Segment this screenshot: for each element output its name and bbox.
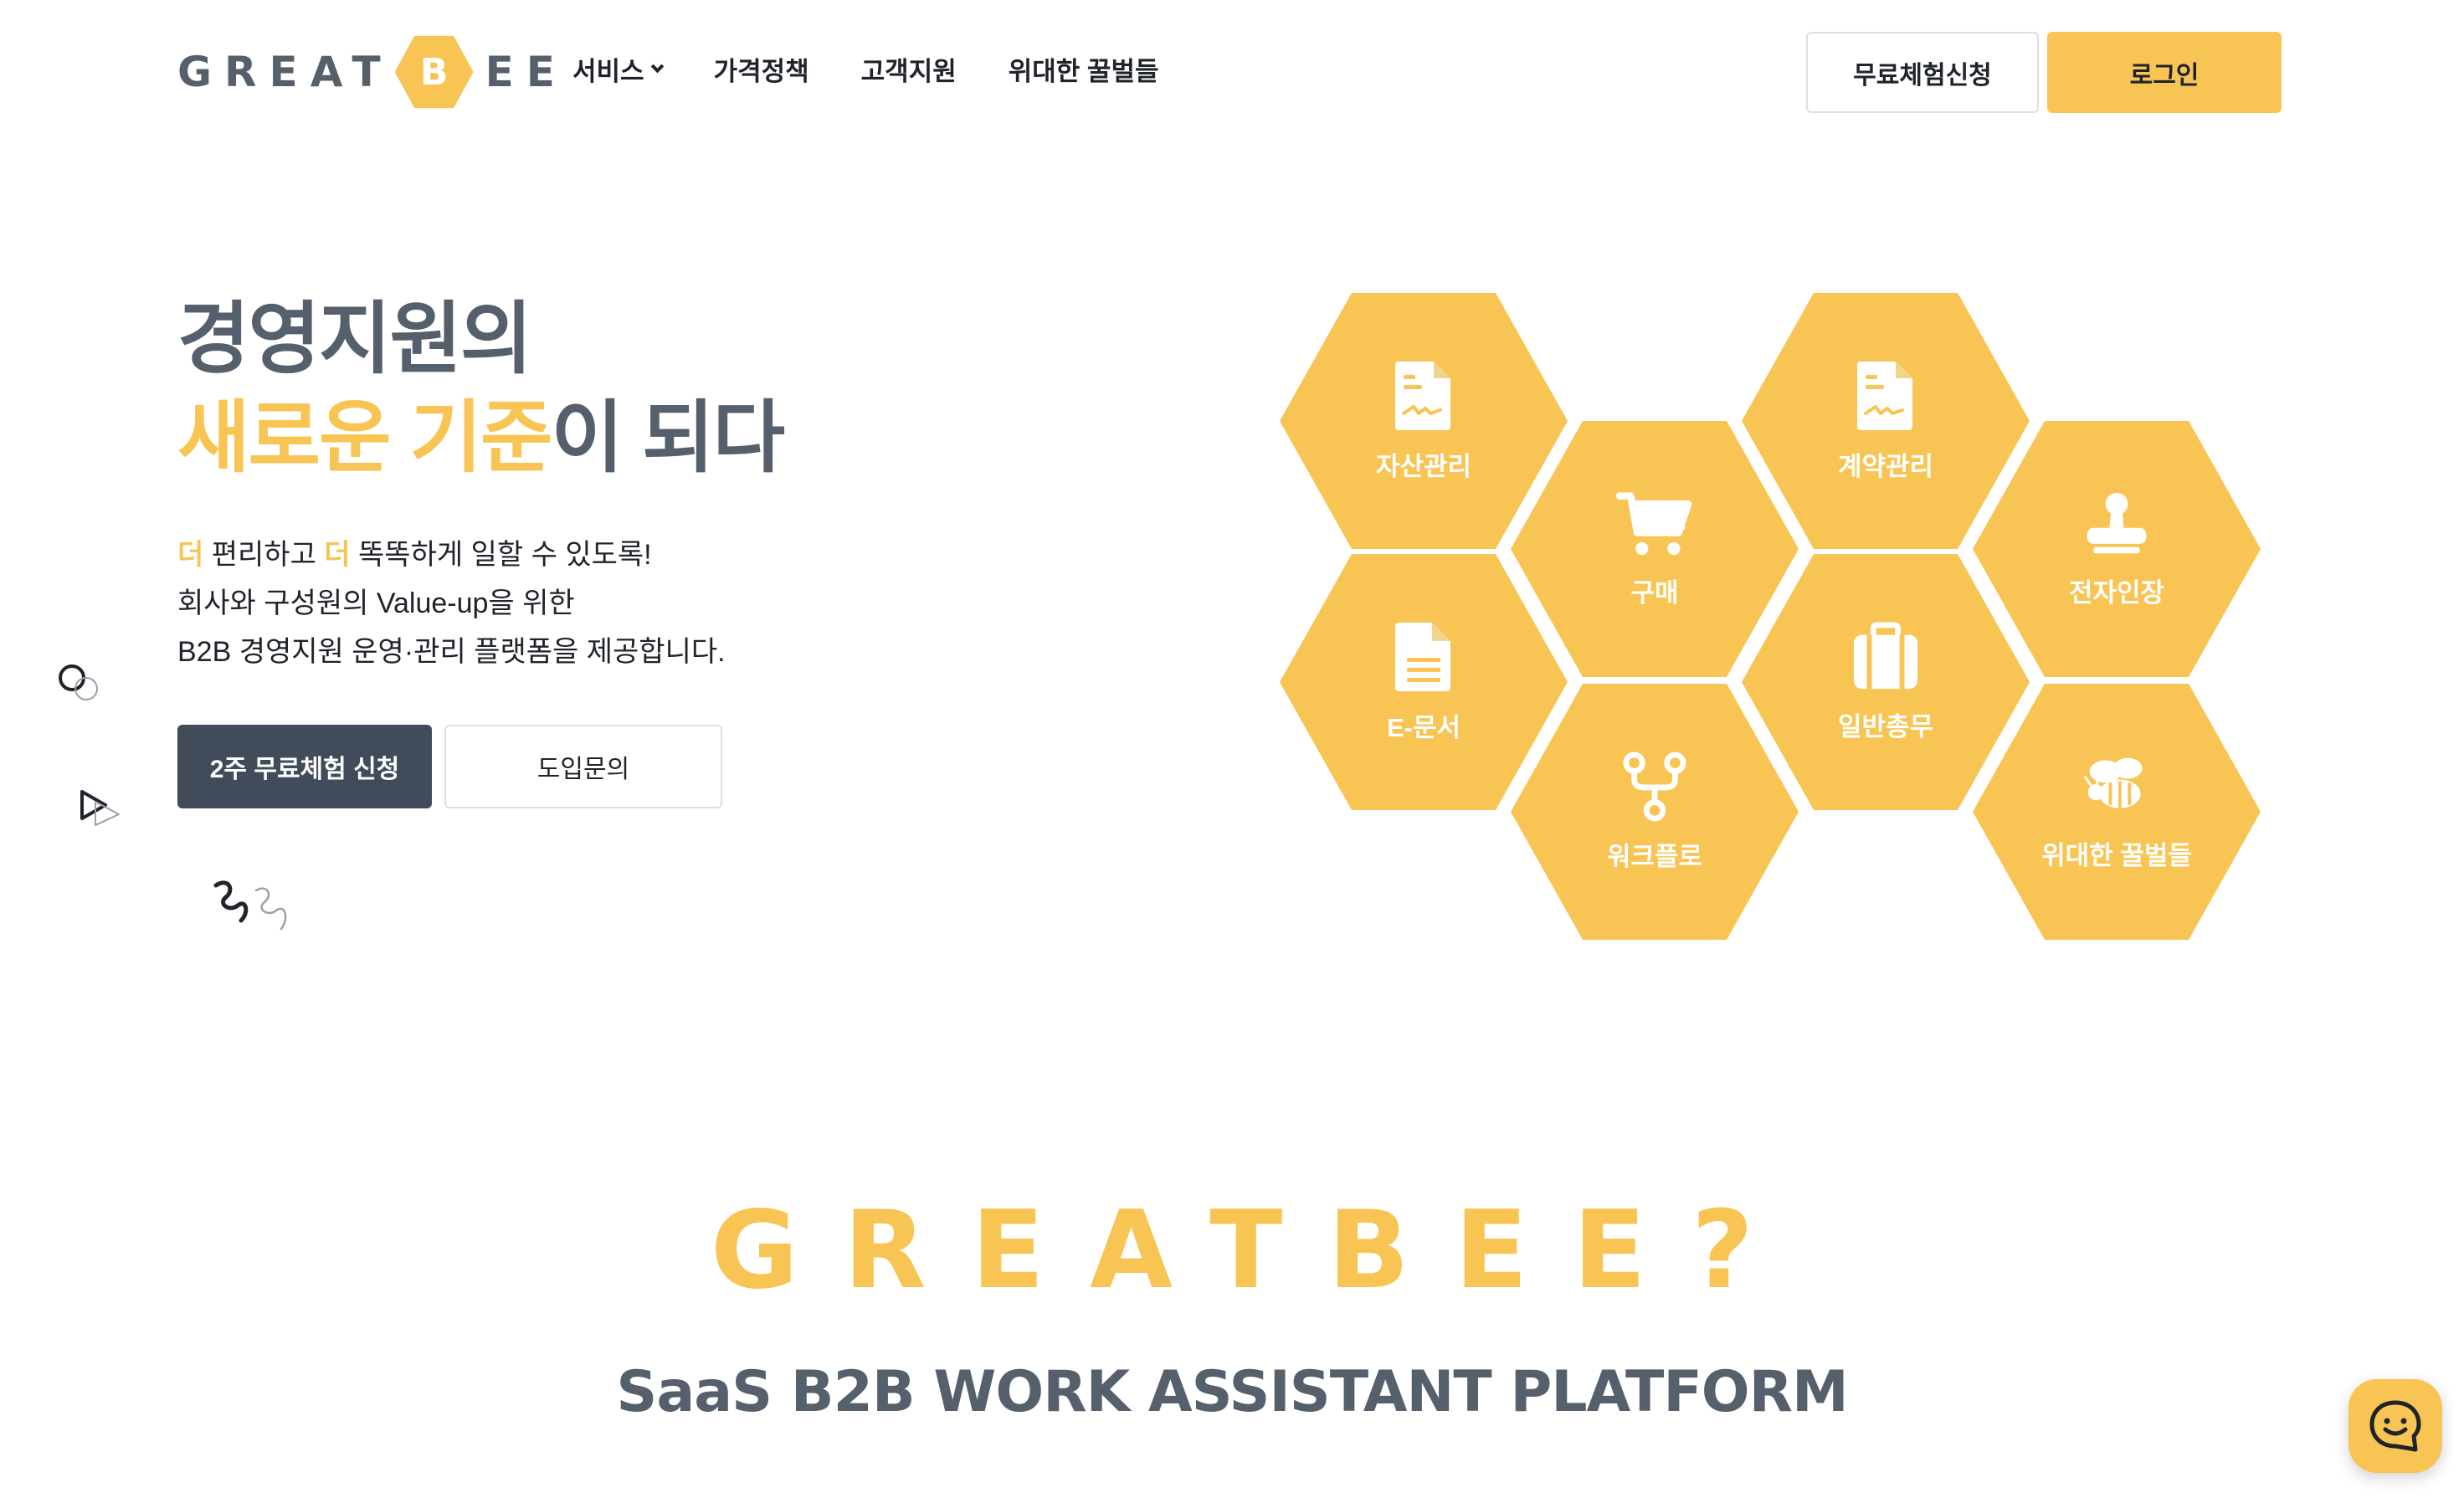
workflow-icon (1623, 751, 1686, 822)
hero-desc-highlight: 더 (177, 539, 204, 571)
hero-description: 더 편리하고 더 똑똑하게 일할 수 있도록! 회사와 구성원의 Value-u… (177, 531, 726, 676)
service-hex-contract[interactable]: 계약관리 (1742, 293, 2030, 549)
logo-hexagon: B (394, 36, 474, 108)
circles-decoration-icon (59, 664, 98, 700)
logo-text-mid: B (419, 50, 449, 94)
hero-desc-text: 똑똑하게 일할 수 있도록! (350, 539, 652, 571)
free-trial-button[interactable]: 무료체험신청 (1806, 32, 2039, 113)
service-label: 구매 (1630, 577, 1679, 608)
bee-icon (2083, 757, 2143, 808)
stamp-icon (2087, 492, 2147, 553)
nav-label: 서비스 (572, 57, 644, 86)
inquiry-button[interactable]: 도입문의 (444, 725, 722, 808)
service-hex-purchase[interactable]: 구매 (1511, 421, 1799, 677)
nav-item-greatbees[interactable]: 위대한 꿀벌들 (1009, 50, 1159, 88)
two-week-trial-button[interactable]: 2주 무료체험 신청 (177, 725, 432, 808)
logo-text-right: EE (485, 48, 567, 96)
hero-title-rest: 이 되다 (551, 393, 786, 481)
nav-item-pricing[interactable]: 가격정책 (714, 50, 809, 88)
about-subtitle: SaaS B2B WORK ASSISTANT PLATFORM (616, 1359, 1848, 1425)
service-hex-edocument[interactable]: E-문서 (1280, 554, 1568, 810)
site-header: GREAT B EE 서비스 가격정책 고객지원 위대한 꿀벌들 무료체험신청 … (0, 0, 2464, 144)
document-icon (1395, 361, 1450, 430)
service-hex-workflow[interactable]: 워크플로 (1511, 684, 1799, 940)
cart-icon (1616, 491, 1692, 555)
service-hex-general-affairs[interactable]: 일반총무 (1742, 554, 2030, 810)
service-label: 전자인장 (2068, 577, 2165, 608)
play-triangle-decoration-icon (80, 790, 120, 826)
hero-title: 경영지원의 새로운 기준이 되다 (177, 290, 786, 487)
hero-title-line2: 새로운 기준이 되다 (177, 388, 786, 487)
nav-item-support[interactable]: 고객지원 (861, 50, 957, 88)
hero-desc-text: 편리하고 (203, 539, 325, 571)
chat-bubble-icon (2369, 1400, 2421, 1452)
hero-desc-line2: 회사와 구성원의 Value-up을 위한 (177, 587, 575, 619)
logo-text-left: GREAT (177, 48, 393, 96)
chat-button[interactable] (2348, 1379, 2442, 1473)
squiggle-decoration-icon (213, 880, 287, 931)
nav-item-services[interactable]: 서비스 (572, 50, 664, 88)
hero-desc-line1: 더 편리하고 더 똑똑하게 일할 수 있도록! (177, 531, 726, 579)
nav-label: 고객지원 (860, 57, 957, 86)
nav-label: 가격정책 (713, 57, 809, 86)
hero-desc-highlight: 더 (324, 539, 351, 571)
service-hex-great-bees[interactable]: 위대한 꿀벌들 (1973, 684, 2261, 940)
chevron-down-icon (650, 59, 664, 74)
main-nav: 서비스 가격정책 고객지원 위대한 꿀벌들 (572, 50, 1158, 88)
service-label: 위대한 꿀벌들 (2041, 840, 2192, 870)
file-text-icon (1395, 622, 1450, 691)
hero-title-line1: 경영지원의 (177, 295, 532, 382)
service-label: E-문서 (1386, 712, 1461, 742)
document-icon (1857, 361, 1912, 430)
nav-label: 위대한 꿀벌들 (1008, 57, 1159, 86)
service-hex-asset[interactable]: 자산관리 (1280, 293, 1568, 549)
briefcase-icon (1853, 621, 1918, 689)
login-button[interactable]: 로그인 (2047, 32, 2282, 113)
greatbee-logo[interactable]: GREAT B EE (177, 33, 567, 110)
service-label: 계약관리 (1837, 451, 1934, 481)
about-title: GREATBEE? (710, 1188, 1799, 1313)
hero-title-highlight: 새로운 기준 (177, 393, 553, 481)
service-label: 워크플로 (1606, 841, 1703, 871)
hero-desc-line3: B2B 경영지원 운영·관리 플랫폼을 제공합니다. (177, 636, 726, 668)
service-label: 자산관리 (1375, 451, 1472, 481)
service-label: 일반총무 (1837, 711, 1934, 741)
service-hex-estamp[interactable]: 전자인장 (1973, 421, 2261, 677)
